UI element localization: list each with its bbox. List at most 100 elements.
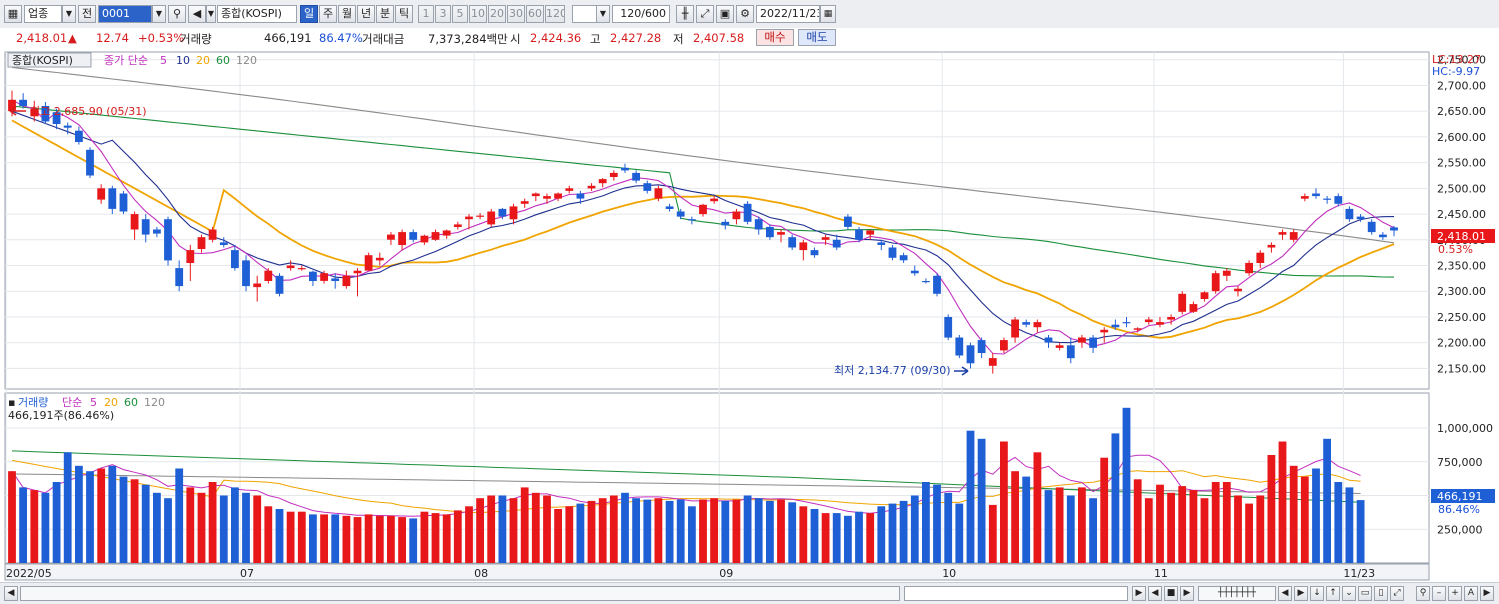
end-icon[interactable]: ▶ <box>1180 586 1194 601</box>
interval-button-2[interactable]: 5 <box>452 5 468 23</box>
volume-bar <box>821 513 830 563</box>
speaker-icon[interactable]: ◀ <box>188 5 206 23</box>
candle-body <box>910 270 919 274</box>
buy-button[interactable]: 매수 <box>756 29 794 46</box>
volume-bar <box>1245 503 1253 563</box>
volume-bar <box>8 471 16 563</box>
chart-menu-icon[interactable]: ▦ <box>4 5 22 23</box>
period-tab-2[interactable]: 월 <box>338 5 356 23</box>
category-select[interactable]: 업종 <box>24 5 62 23</box>
vol-legend-ma120: 120 <box>144 396 165 409</box>
expand-icon[interactable]: ⤢ <box>1390 586 1404 601</box>
candle-body <box>1055 345 1064 348</box>
stop-icon[interactable]: ■ <box>1164 586 1178 601</box>
candle-body <box>1312 193 1320 197</box>
pin-icon[interactable]: ↓ <box>1310 586 1324 601</box>
candle-body <box>253 283 262 288</box>
vol-value-label: 466,191 <box>1437 490 1483 503</box>
volume-bar <box>766 500 774 563</box>
candle-body <box>766 226 774 238</box>
candle-body <box>342 275 351 287</box>
search-icon[interactable]: ⚲ <box>1416 586 1430 601</box>
zoom-out-icon[interactable]: ◀ <box>1278 586 1292 601</box>
scroll-track[interactable] <box>20 586 900 601</box>
volume-bar <box>721 500 730 563</box>
sell-button[interactable]: 매도 <box>798 29 836 46</box>
chevron-down-icon[interactable]: ▼ <box>206 5 216 23</box>
volume-bar <box>1234 495 1242 563</box>
candle-body <box>164 219 172 261</box>
gear-icon[interactable]: ⚙ <box>736 5 754 23</box>
minus-icon[interactable]: – <box>1432 586 1446 601</box>
price-tick-label: 2,650.00 <box>1437 105 1486 118</box>
candle-body <box>699 204 707 215</box>
chevron-down-icon[interactable]: ▼ <box>152 5 166 23</box>
chevron-down-icon[interactable]: ▼ <box>62 5 76 23</box>
prev-page-icon[interactable]: ◀ <box>1148 586 1162 601</box>
candle-body <box>1379 234 1387 238</box>
volume-bar <box>309 514 317 563</box>
volume-bar <box>743 495 752 563</box>
search-icon[interactable]: ⚲ <box>168 5 186 23</box>
change-value: 12.74 <box>96 31 129 45</box>
period-all-button[interactable]: 전 <box>78 5 96 23</box>
font-size-icon[interactable]: A <box>1464 586 1478 601</box>
candle-body <box>1345 208 1354 220</box>
scroll-left-icon[interactable]: ◀ <box>4 586 18 601</box>
volume-bar <box>442 514 451 563</box>
volume-bar <box>320 514 328 563</box>
candle-body <box>777 232 785 235</box>
chevron-down-icon[interactable]: ▼ <box>596 5 610 23</box>
anchor-icon[interactable]: ⌄ <box>1342 586 1356 601</box>
mark-icon[interactable]: ↑ <box>1326 586 1340 601</box>
candle-body <box>286 265 295 269</box>
interval-button-6[interactable]: 60 <box>526 5 544 23</box>
period-tab-1[interactable]: 주 <box>319 5 337 23</box>
vol-legend-value: 466,191주(86.46%) <box>8 409 114 422</box>
interval-button-3[interactable]: 10 <box>469 5 487 23</box>
scroll-right-icon[interactable]: ▶ <box>1480 586 1494 601</box>
interval-button-1[interactable]: 3 <box>435 5 451 23</box>
zoom-slider[interactable]: ┼┼┼┼┼┼┼ <box>1198 586 1276 601</box>
next-icon[interactable]: ▶ <box>1132 586 1146 601</box>
volume-bar <box>1300 476 1309 563</box>
volume-bar <box>1033 452 1042 563</box>
candle-body <box>1000 340 1008 351</box>
candle-body <box>175 268 184 287</box>
candle-body <box>877 242 886 245</box>
volume-bar <box>1167 492 1175 563</box>
price-tick-label: 2,150.00 <box>1437 362 1486 375</box>
calendar-icon[interactable]: ▦ <box>820 5 836 23</box>
volume-bar <box>387 515 395 564</box>
split-icon[interactable]: ▭ <box>1358 586 1372 601</box>
x-tick-label: 08 <box>474 567 488 580</box>
candle-body <box>899 255 908 261</box>
date-input[interactable]: 2022/11/23 <box>756 5 820 23</box>
volume-bar <box>498 495 507 563</box>
zoom-in-icon[interactable]: ▶ <box>1294 586 1308 601</box>
candle-body <box>1078 337 1086 343</box>
period-tab-0[interactable]: 일 <box>300 5 318 23</box>
interval-button-5[interactable]: 30 <box>507 5 525 23</box>
interval-button-7[interactable]: 120 <box>545 5 565 23</box>
bottom-scrollbar[interactable]: ◀ ▶ ◀ ■ ▶ ┼┼┼┼┼┼┼ ◀ ▶ ↓ ↑ ⌄ ▭ ▯ ⤢ ⚲ – + … <box>0 582 1499 604</box>
volume-bar <box>1066 495 1075 563</box>
plus-icon[interactable]: + <box>1448 586 1462 601</box>
period-tab-3[interactable]: 년 <box>357 5 375 23</box>
period-tab-4[interactable]: 분 <box>376 5 394 23</box>
layout-icon[interactable]: ▯ <box>1374 586 1388 601</box>
count-input[interactable]: 120/600 <box>612 5 670 23</box>
code-input[interactable]: 0001 <box>98 5 152 23</box>
save-icon[interactable]: ▣ <box>716 5 734 23</box>
candle-body <box>297 268 306 270</box>
interval-button-0[interactable]: 1 <box>418 5 434 23</box>
period-tab-5[interactable]: 틱 <box>395 5 413 23</box>
scroll-thumb[interactable] <box>904 586 1128 601</box>
volume-bar <box>1022 476 1031 563</box>
candle-icon[interactable]: ╫ <box>676 5 694 23</box>
crosshair-icon[interactable]: ⤢ <box>696 5 714 23</box>
interval-button-4[interactable]: 20 <box>488 5 506 23</box>
volume-bar <box>955 503 964 563</box>
candle-body <box>710 198 718 202</box>
legend-ma10: 10 <box>176 54 190 67</box>
